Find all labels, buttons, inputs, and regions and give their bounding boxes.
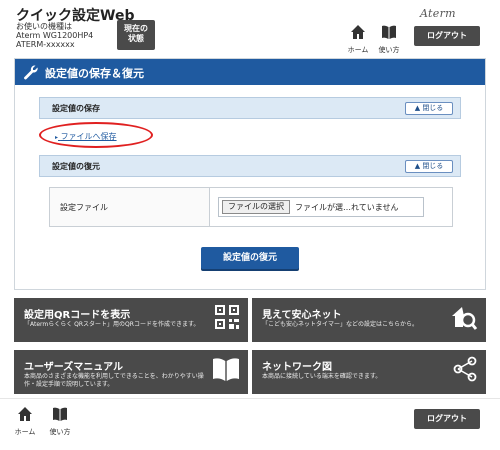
tile-qr-code[interactable]: 設定用QRコードを表示 「Atermらくらく QRスタート」用のQRコードを作成… xyxy=(14,298,248,342)
footer-home-label: ホーム xyxy=(14,428,36,436)
header-home-label: ホーム xyxy=(347,46,369,54)
footer-help-button[interactable]: 使い方 xyxy=(45,406,75,436)
restore-settings-button[interactable]: 設定値の復元 xyxy=(201,247,299,269)
restore-close-label: 閉じる xyxy=(422,162,444,170)
footer-help-label: 使い方 xyxy=(49,428,71,436)
status-button-line2: 状態 xyxy=(128,34,144,43)
settings-file-table: 設定ファイル ファイルの選択 ファイルが選…れていません xyxy=(49,187,453,227)
highlight-oval xyxy=(39,122,153,148)
header: クイック設定Web お使いの機種は Aterm WG1200HP4 ATERM-… xyxy=(0,0,500,56)
backup-restore-panel: 設定値の保存＆復元 設定値の保存 ▲ 閉じる ▸ ファイルへ保存 設定値の復元 … xyxy=(14,58,486,290)
tile-qr-title: 設定用QRコードを表示 xyxy=(24,310,131,321)
current-status-button[interactable]: 現在の 状態 xyxy=(117,20,155,50)
header-help-label: 使い方 xyxy=(378,46,400,54)
model-id: ATERM-xxxxxx xyxy=(16,40,75,49)
wrench-icon xyxy=(24,65,38,80)
model-label: お使いの機種は xyxy=(16,22,72,31)
tile-safe-net[interactable]: 見えて安心ネット 「こども安心ネットタイマー」などの設定はこちらから。 xyxy=(252,298,486,342)
network-icon xyxy=(453,356,477,382)
footer-home-button[interactable]: ホーム xyxy=(10,406,40,436)
save-section-title: 設定値の保存 xyxy=(52,104,100,113)
save-section-header: 設定値の保存 ▲ 閉じる xyxy=(39,97,461,119)
chevron-up-icon: ▲ xyxy=(414,104,421,112)
restore-section-title: 設定値の復元 xyxy=(52,162,100,171)
panel-title: 設定値の保存＆復元 xyxy=(45,67,144,80)
qr-code-icon xyxy=(215,305,239,329)
home-icon xyxy=(18,407,32,421)
chevron-up-icon: ▲ xyxy=(414,162,421,170)
tile-qr-desc: 「Atermらくらく QRスタート」用のQRコードを作成できます。 xyxy=(24,321,200,328)
header-home-button[interactable]: ホーム xyxy=(343,24,373,54)
header-logout-button[interactable]: ログアウト xyxy=(414,26,480,46)
restore-section-header: 設定値の復元 ▲ 閉じる xyxy=(39,155,461,177)
book-icon xyxy=(213,358,239,381)
tile-manual-desc: 本商品のさまざまな機能を利用してできることを、わかりやすい操作・設定手順で説明し… xyxy=(24,373,204,388)
tile-safe-net-title: 見えて安心ネット xyxy=(262,310,342,321)
tile-manual-title: ユーザーズマニュアル xyxy=(24,362,123,373)
tile-network-map[interactable]: ネットワーク図 本商品に接続している端末を確認できます。 xyxy=(252,350,486,394)
tile-user-manual[interactable]: ユーザーズマニュアル 本商品のさまざまな機能を利用してできることを、わかりやすい… xyxy=(14,350,248,394)
tile-safe-net-desc: 「こども安心ネットタイマー」などの設定はこちらから。 xyxy=(262,321,419,328)
book-icon xyxy=(382,25,396,39)
tile-network-title: ネットワーク図 xyxy=(262,362,332,373)
footer-divider xyxy=(0,398,500,399)
save-close-label: 閉じる xyxy=(422,104,444,112)
home-icon xyxy=(351,25,365,39)
model-name: Aterm WG1200HP4 xyxy=(16,31,94,40)
file-status-text: ファイルが選…れていません xyxy=(295,203,399,212)
restore-section-close-button[interactable]: ▲ 閉じる xyxy=(405,160,453,173)
settings-file-label: 設定ファイル xyxy=(60,203,108,212)
book-icon xyxy=(53,407,67,421)
choose-file-button[interactable]: ファイルの選択 xyxy=(222,200,290,214)
save-section-close-button[interactable]: ▲ 閉じる xyxy=(405,102,453,115)
status-button-line1: 現在の xyxy=(124,24,148,33)
settings-file-label-cell: 設定ファイル xyxy=(50,188,210,226)
settings-file-input[interactable]: ファイルの選択 ファイルが選…れていません xyxy=(218,197,424,217)
footer-logout-button[interactable]: ログアウト xyxy=(414,409,480,429)
header-help-button[interactable]: 使い方 xyxy=(374,24,404,54)
aterm-logo: Aterm xyxy=(420,7,456,20)
tile-network-desc: 本商品に接続している端末を確認できます。 xyxy=(262,373,382,380)
panel-header: 設定値の保存＆復元 xyxy=(15,59,485,85)
house-search-icon xyxy=(452,307,478,330)
